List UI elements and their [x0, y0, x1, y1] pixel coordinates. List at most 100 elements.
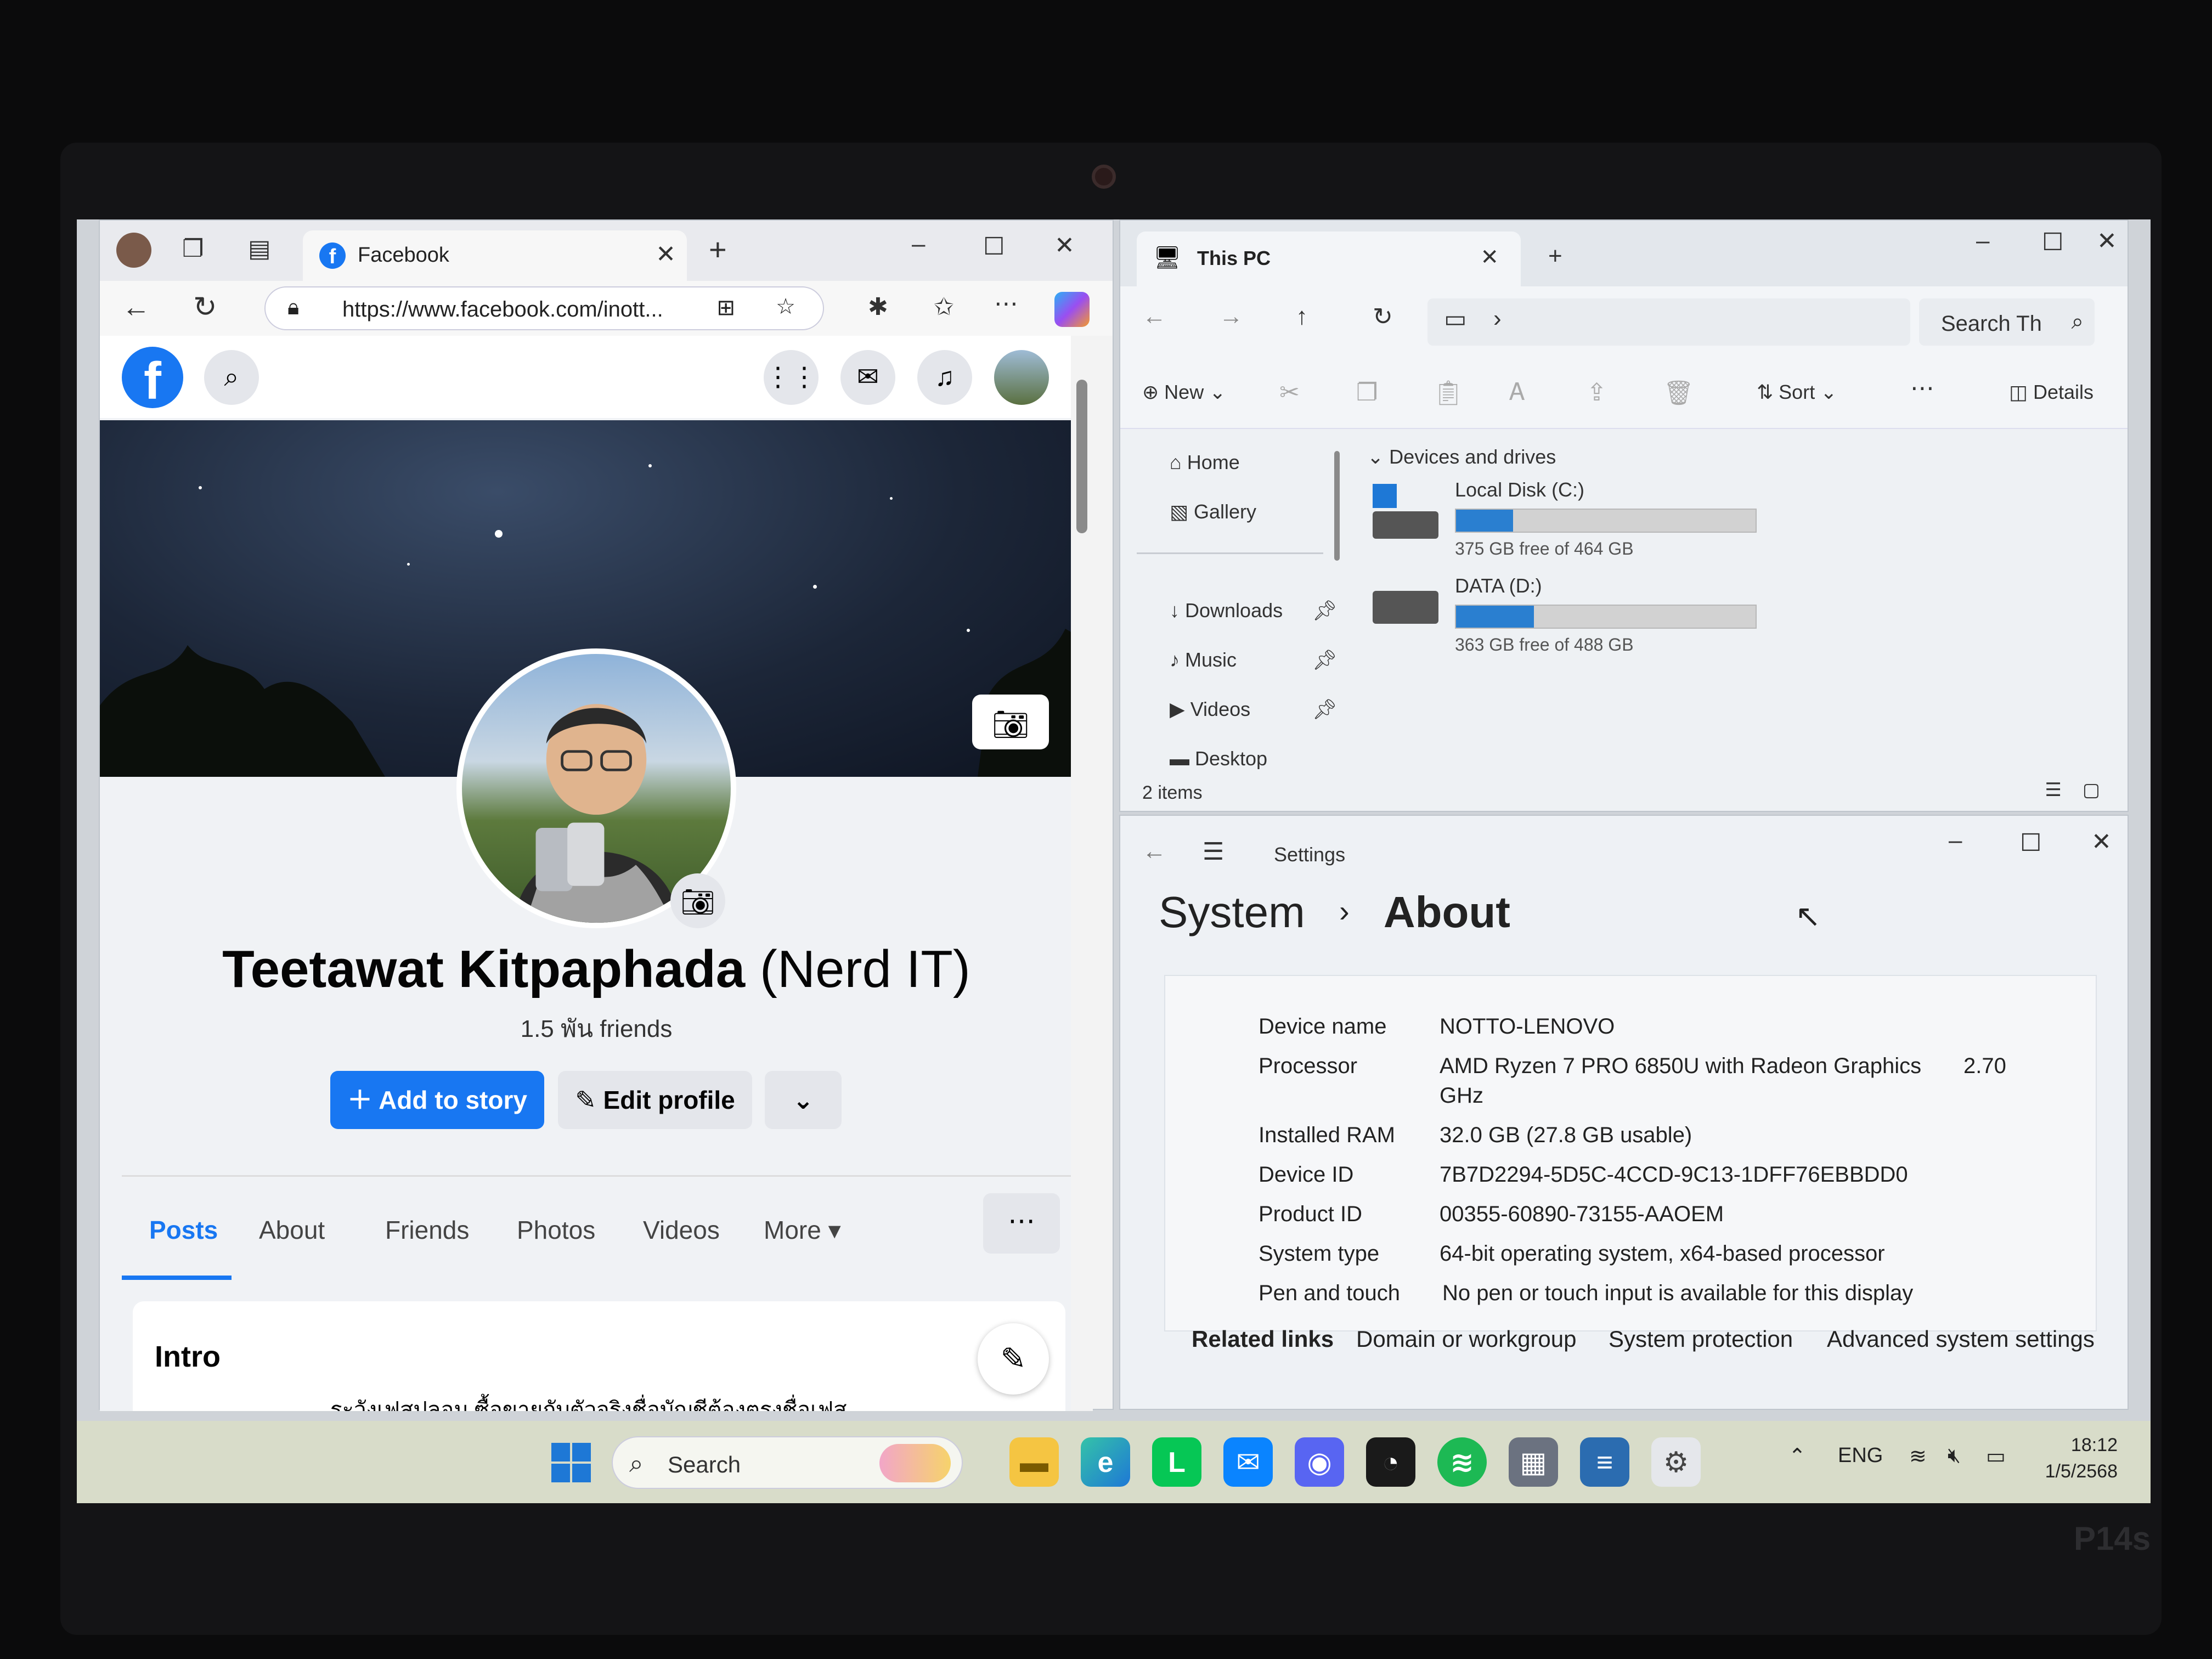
refresh-icon[interactable]: ↻: [1373, 303, 1393, 331]
refresh-icon[interactable]: ↻: [193, 291, 217, 324]
edge-icon[interactable]: e: [1081, 1437, 1130, 1487]
sidebar-item-downloads[interactable]: ↓ Downloads 📌︎: [1170, 599, 1338, 622]
tab-facebook[interactable]: f Facebook ✕: [303, 230, 687, 281]
chevron-right-icon[interactable]: ›: [1493, 305, 1502, 332]
add-to-story-button[interactable]: ＋ Add to story: [330, 1071, 544, 1129]
cut-icon[interactable]: ✂: [1279, 379, 1300, 407]
address-bar[interactable]: 🔒︎ https://www.facebook.com/inott... ⊞ ☆: [264, 286, 824, 330]
close-window-icon[interactable]: ✕: [1054, 232, 1075, 259]
tab-friends[interactable]: Friends: [385, 1215, 469, 1245]
sidebar-item-home[interactable]: ⌂ Home: [1170, 451, 1240, 474]
hamburger-menu-icon[interactable]: ☰: [1203, 838, 1224, 866]
start-windows-icon[interactable]: [546, 1437, 595, 1487]
speaker-muted-icon[interactable]: 🔇︎: [1948, 1444, 1961, 1468]
spotify-icon[interactable]: ≋: [1437, 1437, 1487, 1487]
sidebar-item-desktop[interactable]: ▬ Desktop: [1170, 747, 1267, 769]
new-tab-button[interactable]: +: [709, 232, 727, 267]
page-scrollbar[interactable]: [1071, 336, 1093, 1411]
share-icon[interactable]: ⇪: [1587, 379, 1607, 407]
close-window-icon[interactable]: ✕: [2097, 227, 2117, 255]
tab-this-pc[interactable]: 🖥︎ This PC ✕: [1137, 232, 1521, 286]
edit-cover-camera-icon[interactable]: 📷︎: [972, 695, 1049, 749]
tab-photos[interactable]: Photos: [517, 1215, 595, 1245]
minimize-icon[interactable]: –: [1976, 227, 1989, 255]
new-button[interactable]: ⊕ New ⌄: [1142, 381, 1226, 404]
discord-icon[interactable]: ◉: [1295, 1437, 1344, 1487]
tiles-view-icon[interactable]: ▢: [2083, 779, 2100, 801]
forward-icon[interactable]: →: [1219, 303, 1243, 330]
account-avatar[interactable]: [994, 350, 1049, 405]
profile-avatar-icon[interactable]: [116, 233, 151, 268]
up-icon[interactable]: ↑: [1296, 303, 1308, 330]
extensions-icon[interactable]: ✱: [868, 293, 888, 321]
menu-grid-icon[interactable]: ⋮⋮: [764, 350, 819, 405]
speedometer-icon[interactable]: ◔: [1366, 1437, 1415, 1487]
calculator-icon[interactable]: ▦: [1509, 1437, 1558, 1487]
favorite-star-icon[interactable]: ☆: [776, 294, 795, 319]
rename-icon[interactable]: Ꭺ: [1510, 379, 1526, 406]
profile-dropdown-button[interactable]: ⌄: [765, 1071, 842, 1129]
scrollbar-thumb[interactable]: [1076, 380, 1087, 533]
list-view-icon[interactable]: ☰: [2045, 779, 2062, 801]
favorites-icon[interactable]: ✩: [934, 293, 954, 321]
sidebar-item-gallery[interactable]: ▧ Gallery: [1170, 500, 1256, 523]
new-tab-icon[interactable]: +: [1548, 242, 1562, 270]
minimize-icon[interactable]: –: [912, 230, 925, 258]
vertical-tabs-icon[interactable]: ▤: [248, 235, 271, 263]
clock[interactable]: 18:12 1/5/2568: [2035, 1432, 2118, 1485]
delete-icon[interactable]: 🗑︎: [1663, 379, 1694, 407]
tab-about[interactable]: About: [259, 1215, 325, 1245]
copilot-icon[interactable]: [1054, 292, 1090, 327]
search-input[interactable]: Search Th ⌕: [1919, 298, 2095, 346]
sidebar-scrollbar[interactable]: [1334, 451, 1340, 561]
edit-profile-button[interactable]: ✎ Edit profile: [558, 1071, 752, 1129]
taskbar-search[interactable]: ⌕ Search: [612, 1436, 963, 1489]
edit-intro-icon[interactable]: ✎: [978, 1323, 1049, 1395]
line-icon[interactable]: L: [1152, 1437, 1201, 1487]
drive-c[interactable]: Local Disk (C:) 375 GB free of 464 GB: [1351, 478, 1899, 561]
sidebar-item-videos[interactable]: ▶ Videos 📌︎: [1170, 698, 1338, 721]
section-header[interactable]: ⌄ Devices and drives: [1367, 445, 1556, 469]
app-available-icon[interactable]: ⊞: [716, 295, 735, 320]
input-language[interactable]: ENG: [1838, 1444, 1883, 1468]
see-more-icon[interactable]: ⋯: [1910, 374, 1934, 402]
back-icon[interactable]: ←: [122, 291, 150, 324]
paste-icon[interactable]: 📋︎: [1433, 379, 1464, 407]
minimize-icon[interactable]: –: [1949, 827, 1962, 854]
search-icon[interactable]: ⌕: [204, 350, 259, 405]
sidebar-item-music[interactable]: ♪ Music 📌︎: [1170, 648, 1338, 672]
messenger-icon[interactable]: ✉: [1223, 1437, 1273, 1487]
settings-gear-icon[interactable]: ⚙: [1651, 1437, 1701, 1487]
more-options-icon[interactable]: ⋯: [983, 1193, 1060, 1254]
close-tab-icon[interactable]: ✕: [656, 240, 676, 268]
maximize-icon[interactable]: ☐: [2042, 228, 2063, 256]
copy-icon[interactable]: ❐: [1356, 379, 1378, 407]
link-system-protection[interactable]: System protection: [1609, 1326, 1793, 1352]
show-hidden-icons-chevron-up-icon[interactable]: ⌃: [1788, 1444, 1806, 1469]
more-menu-icon[interactable]: ⋯: [994, 290, 1018, 318]
drive-d[interactable]: DATA (D:) 363 GB free of 488 GB: [1351, 574, 1899, 657]
details-button[interactable]: ◫ Details: [2009, 381, 2094, 404]
back-icon[interactable]: ←: [1142, 838, 1166, 865]
edit-avatar-camera-icon[interactable]: 📷︎: [670, 873, 725, 928]
tab-more[interactable]: More ▾: [764, 1215, 841, 1245]
tab-posts[interactable]: Posts: [149, 1215, 218, 1245]
breadcrumb-bar[interactable]: ▭ ›: [1427, 298, 1910, 346]
tab-videos[interactable]: Videos: [643, 1215, 720, 1245]
maximize-icon[interactable]: ☐: [2020, 829, 2041, 857]
battery-icon[interactable]: ▭: [1986, 1444, 2006, 1469]
workspaces-icon[interactable]: ❐: [182, 235, 204, 263]
file-explorer-icon[interactable]: ▬: [1009, 1437, 1059, 1487]
sort-button[interactable]: ⇅ Sort ⌄: [1757, 381, 1837, 404]
back-icon[interactable]: ←: [1142, 303, 1166, 330]
notifications-bell-icon[interactable]: ♫: [917, 350, 972, 405]
wifi-icon[interactable]: ≋: [1909, 1444, 1927, 1469]
link-advanced-system-settings[interactable]: Advanced system settings: [1827, 1326, 2095, 1352]
maximize-icon[interactable]: ☐: [983, 233, 1005, 261]
messenger-icon[interactable]: ✉: [840, 350, 895, 405]
notepad-icon[interactable]: ≡: [1580, 1437, 1629, 1487]
facebook-logo[interactable]: f: [122, 347, 183, 410]
link-domain-workgroup[interactable]: Domain or workgroup: [1356, 1326, 1577, 1352]
breadcrumb-system[interactable]: System: [1159, 888, 1305, 936]
close-window-icon[interactable]: ✕: [2091, 828, 2112, 856]
